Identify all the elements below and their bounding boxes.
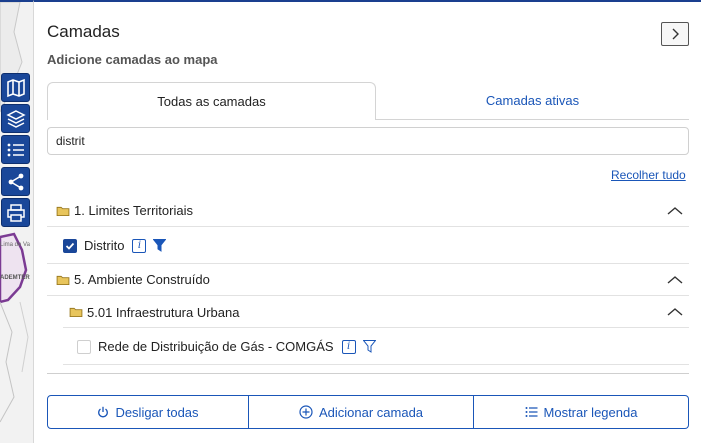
info-icon[interactable]: i — [341, 339, 356, 354]
map-place-label: Lima de Va — [0, 242, 30, 248]
group-label: 5. Ambiente Construído — [74, 272, 210, 287]
layer-row-distrito: Distrito i — [47, 228, 689, 264]
tree-subgroup-infraestrutura[interactable]: 5.01 Infraestrutura Urbana — [63, 297, 689, 328]
layer-checkbox[interactable] — [63, 238, 77, 253]
subgroup-label: 5.01 Infraestrutura Urbana — [87, 304, 240, 320]
chevron-up-icon[interactable] — [667, 275, 683, 285]
check-icon — [65, 242, 75, 250]
layer-label: Rede de Distribuição de Gás - COMGÁS — [98, 339, 334, 354]
add-layer-button[interactable]: Adicionar camada — [249, 395, 474, 429]
layer-search-input[interactable] — [47, 127, 689, 155]
footer-actions: Desligar todas Adicionar camada Mostrar … — [47, 395, 689, 429]
map-tool-button[interactable] — [1, 73, 30, 102]
tree-group-ambiente[interactable]: 5. Ambiente Construído — [47, 264, 689, 296]
turn-off-all-label: Desligar todas — [115, 404, 199, 420]
layers-tool-button[interactable] — [1, 104, 30, 133]
collapse-panel-button[interactable] — [661, 22, 689, 46]
folder-icon — [69, 307, 83, 317]
layers-icon — [5, 109, 26, 128]
power-icon — [98, 406, 109, 418]
chevron-right-icon — [672, 28, 679, 40]
folder-icon — [56, 206, 70, 216]
layer-label: Distrito — [84, 238, 125, 253]
filter-icon[interactable] — [362, 340, 376, 353]
chevron-up-icon[interactable] — [667, 307, 683, 317]
panel-title: Camadas — [47, 22, 120, 41]
tree-group-limites[interactable]: 1. Limites Territoriais — [47, 195, 689, 227]
list-bottom-border — [47, 373, 689, 374]
filter-icon[interactable] — [153, 239, 167, 252]
tab-bar: Todas as camadas Camadas ativas — [47, 82, 689, 120]
layers-panel: Camadas Adicione camadas ao mapa Todas a… — [33, 0, 701, 443]
list-icon — [525, 407, 538, 417]
turn-off-all-button[interactable]: Desligar todas — [47, 395, 249, 429]
tab-all-layers[interactable]: Todas as camadas — [47, 82, 376, 120]
print-tool-button[interactable] — [1, 198, 30, 227]
panel-subtitle: Adicione camadas ao mapa — [47, 52, 218, 67]
print-icon — [6, 203, 25, 222]
layer-checkbox[interactable] — [77, 339, 91, 354]
show-legend-label: Mostrar legenda — [543, 404, 638, 420]
tab-active-layers[interactable]: Camadas ativas — [376, 82, 689, 120]
map-place-label: ADEMTER — [0, 275, 30, 281]
share-tool-button[interactable] — [1, 167, 30, 196]
map-icon — [6, 78, 25, 97]
chevron-up-icon[interactable] — [667, 206, 683, 216]
info-icon[interactable]: i — [132, 238, 147, 253]
collapse-all-link[interactable]: Recolher tudo — [611, 168, 686, 182]
share-icon — [8, 173, 23, 190]
folder-icon — [56, 275, 70, 285]
add-layer-label: Adicionar camada — [318, 404, 424, 420]
list-icon — [7, 143, 24, 156]
group-label: 1. Limites Territoriais — [74, 203, 193, 218]
show-legend-button[interactable]: Mostrar legenda — [474, 395, 689, 429]
list-tool-button[interactable] — [1, 135, 30, 164]
plus-circle-icon — [299, 405, 313, 419]
layer-row-gas: Rede de Distribuição de Gás - COMGÁS i — [63, 329, 689, 365]
